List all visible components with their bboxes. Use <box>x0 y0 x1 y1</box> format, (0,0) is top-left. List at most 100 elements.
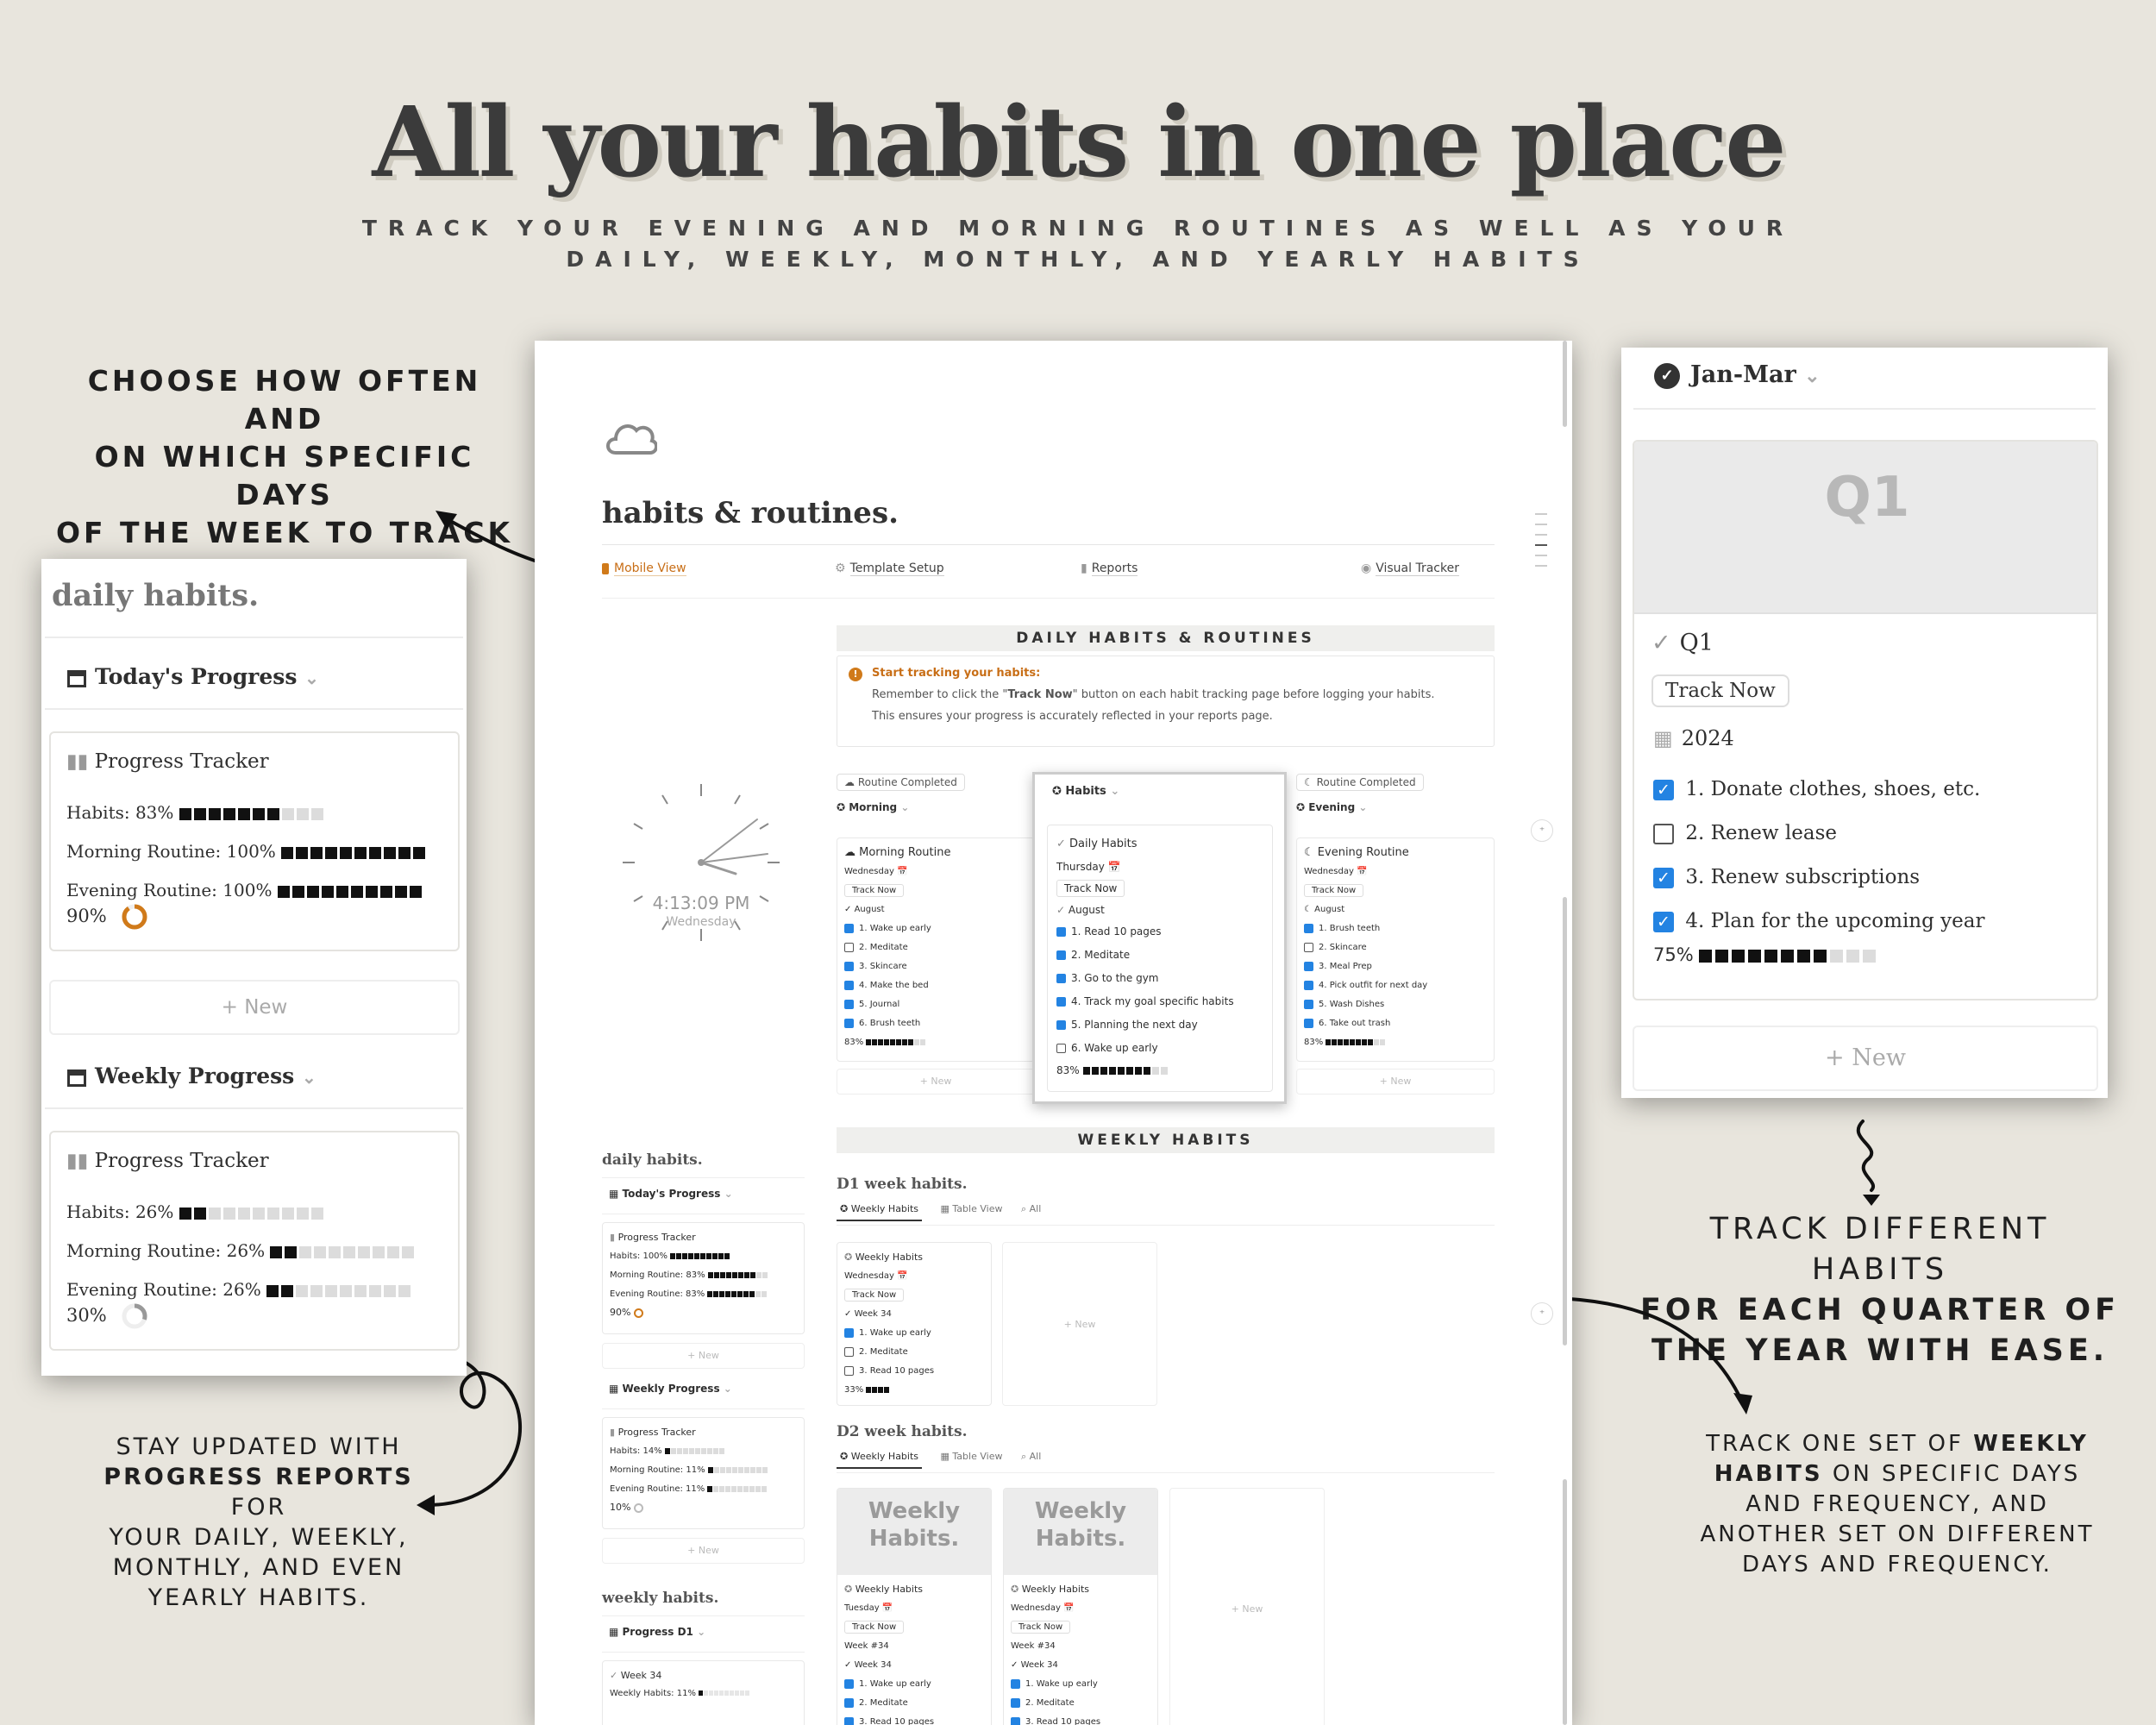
habit-item[interactable]: 2. Meditate <box>1056 944 1263 967</box>
habit-item[interactable]: 5. Planning the next day <box>1056 1013 1263 1037</box>
new-button[interactable]: + New <box>837 1069 1035 1095</box>
habit-item[interactable]: 1. Wake up early <box>844 1675 984 1694</box>
tab-table-view[interactable]: ▦ Table View <box>941 1451 1003 1462</box>
task-item[interactable]: 2. Renew lease <box>1653 812 1984 856</box>
routine-completed-tag[interactable]: ☾ Routine Completed <box>1296 774 1424 791</box>
scrollbar-mid[interactable] <box>1563 897 1567 1346</box>
tab-template-setup[interactable]: ⚙ Template Setup <box>835 561 944 576</box>
tab-all[interactable]: ⌕ All <box>1021 1451 1041 1463</box>
tab-reports[interactable]: ▮ Reports <box>1081 561 1138 576</box>
checkbox[interactable] <box>1011 1678 1020 1689</box>
habit-item[interactable]: 1. Read 10 pages <box>1056 920 1263 944</box>
new-button[interactable]: + New <box>1633 1026 2098 1091</box>
side-new-button[interactable]: + New <box>602 1538 805 1564</box>
scrollbar-bottom[interactable] <box>1563 1479 1567 1725</box>
side-progress-d1[interactable]: ▦ Progress D1 ⌄ <box>609 1626 705 1638</box>
habits-select[interactable]: ✪ Habits ⌄ <box>1052 785 1119 798</box>
habit-item[interactable]: 3. Go to the gym <box>1056 967 1263 990</box>
habit-item[interactable]: 2. Meditate <box>844 1343 984 1362</box>
side-new-button[interactable]: + New <box>602 1343 805 1369</box>
tab-weekly-habits[interactable]: ✪ Weekly Habits <box>837 1203 923 1221</box>
checkbox[interactable] <box>1011 1697 1020 1708</box>
habit-item[interactable]: 1. Wake up early <box>844 919 1027 938</box>
evening-select[interactable]: ✪ Evening ⌄ <box>1296 801 1367 813</box>
checkbox[interactable] <box>1304 942 1313 952</box>
checkbox[interactable] <box>1653 824 1674 844</box>
checkbox[interactable] <box>1304 980 1313 990</box>
side-weekly-tracker[interactable]: ▮ Progress Tracker Habits: 14% Morning R… <box>602 1417 805 1529</box>
habit-item[interactable]: 3. Read 10 pages <box>844 1362 984 1381</box>
checkbox[interactable] <box>1056 1020 1066 1030</box>
habit-item[interactable]: 3. Skincare <box>844 957 1027 976</box>
checkbox[interactable] <box>1056 1044 1066 1053</box>
d2-weekly-card[interactable]: Weekly Habits. ✪ Weekly Habits Tuesday 📅 Tr… <box>837 1488 992 1725</box>
checkbox[interactable] <box>844 923 854 933</box>
weekly-progress-view[interactable]: Weekly Progress ⌄ <box>67 1063 317 1088</box>
checkbox[interactable] <box>1056 997 1066 1007</box>
checkbox[interactable] <box>1304 999 1313 1009</box>
checkbox[interactable] <box>844 1716 854 1725</box>
morning-select[interactable]: ✪ Morning ⌄ <box>837 801 909 813</box>
habit-item[interactable]: 6. Brush teeth <box>844 1014 1027 1033</box>
routine-completed-tag[interactable]: ☁ Routine Completed <box>837 774 965 791</box>
checkbox[interactable] <box>844 1346 854 1357</box>
d2-new-card[interactable]: + New <box>1169 1488 1325 1725</box>
checkbox[interactable] <box>844 1678 854 1689</box>
today-tracker-card[interactable]: ▮▮ Progress Tracker Habits: 83% Morning … <box>49 731 460 951</box>
new-button[interactable]: + New <box>49 980 460 1035</box>
tab-all[interactable]: ⌕ All <box>1021 1203 1041 1215</box>
d2-weekly-card[interactable]: Weekly Habits. ✪ Weekly Habits Wednesday 📅… <box>1003 1488 1158 1725</box>
task-item[interactable]: ✓ 1. Donate clothes, shoes, etc. <box>1653 768 1984 812</box>
task-item[interactable]: ✓ 4. Plan for the upcoming year <box>1653 900 1984 944</box>
checkbox[interactable]: ✓ <box>1653 912 1674 932</box>
checkbox[interactable] <box>844 1697 854 1708</box>
tab-visual-tracker[interactable]: ◉ Visual Tracker <box>1361 561 1459 576</box>
scrollbar-top[interactable] <box>1563 341 1567 427</box>
checkbox[interactable] <box>1304 1018 1313 1028</box>
quarter-view-select[interactable]: ✓ Jan-Mar ⌄ <box>1654 361 1821 389</box>
checkbox[interactable] <box>1304 923 1313 933</box>
habit-item[interactable]: 1. Brush teeth <box>1304 919 1487 938</box>
habit-item[interactable]: 3. Meal Prep <box>1304 957 1487 976</box>
checkbox[interactable] <box>844 999 854 1009</box>
evening-routine-card[interactable]: ☾ Evening Routine Wednesday 📅 Track Now … <box>1296 837 1495 1062</box>
checkbox[interactable] <box>1011 1716 1020 1725</box>
daily-habits-card[interactable]: ✓ Daily Habits Thursday 📅 Track Now ✓ Au… <box>1047 825 1273 1092</box>
d1-new-card[interactable]: + New <box>1002 1242 1157 1406</box>
habit-item[interactable]: 6. Take out trash <box>1304 1014 1487 1033</box>
weekly-tracker-card[interactable]: ▮▮ Progress Tracker Habits: 26% Morning … <box>49 1131 460 1351</box>
habit-item[interactable]: 6. Wake up early <box>1056 1037 1263 1060</box>
checkbox[interactable] <box>1056 950 1066 960</box>
track-now-button[interactable]: Track Now <box>1011 1618 1150 1637</box>
habit-item[interactable]: 1. Wake up early <box>1011 1675 1150 1694</box>
habit-item[interactable]: 3. Read 10 pages <box>1011 1713 1150 1725</box>
track-now-button[interactable]: Track Now <box>1651 674 1789 707</box>
tab-mobile-view[interactable]: Mobile View <box>602 561 686 576</box>
checkbox[interactable] <box>1056 974 1066 983</box>
side-weekly-progress[interactable]: ▦ Weekly Progress ⌄ <box>609 1383 732 1395</box>
side-week34-card[interactable]: ✓ Week 34 Weekly Habits: 11% <box>602 1660 805 1725</box>
habit-item[interactable]: 4. Track my goal specific habits <box>1056 990 1263 1013</box>
habit-item[interactable]: 1. Wake up early <box>844 1324 984 1343</box>
habit-item[interactable]: 5. Wash Dishes <box>1304 995 1487 1014</box>
task-item[interactable]: ✓ 3. Renew subscriptions <box>1653 856 1984 900</box>
checkbox[interactable]: ✓ <box>1653 868 1674 888</box>
new-button[interactable]: + New <box>1296 1069 1495 1095</box>
morning-routine-card[interactable]: ☁ Morning Routine Wednesday 📅 Track Now … <box>837 837 1035 1062</box>
expand-icon[interactable]: ⁺ <box>1531 819 1553 842</box>
outline-markers[interactable] <box>1535 513 1547 575</box>
todays-progress-view[interactable]: Today's Progress ⌄ <box>67 664 319 689</box>
track-now-button[interactable]: Track Now <box>844 881 1027 900</box>
track-now-button[interactable]: Track Now <box>1056 877 1263 900</box>
checkbox[interactable] <box>1056 927 1066 937</box>
habit-item[interactable]: 4. Make the bed <box>844 976 1027 995</box>
habit-item[interactable]: 2. Meditate <box>844 1694 984 1713</box>
checkbox[interactable] <box>844 961 854 971</box>
habit-item[interactable]: 4. Pick outfit for next day <box>1304 976 1487 995</box>
expand-icon-2[interactable]: ⁺ <box>1531 1302 1553 1325</box>
side-today-tracker[interactable]: ▮ Progress Tracker Habits: 100% Morning … <box>602 1222 805 1334</box>
checkbox[interactable] <box>844 1365 854 1376</box>
checkbox[interactable]: ✓ <box>1653 780 1674 800</box>
habit-item[interactable]: 2. Meditate <box>1011 1694 1150 1713</box>
track-now-button[interactable]: Track Now <box>844 1618 984 1637</box>
